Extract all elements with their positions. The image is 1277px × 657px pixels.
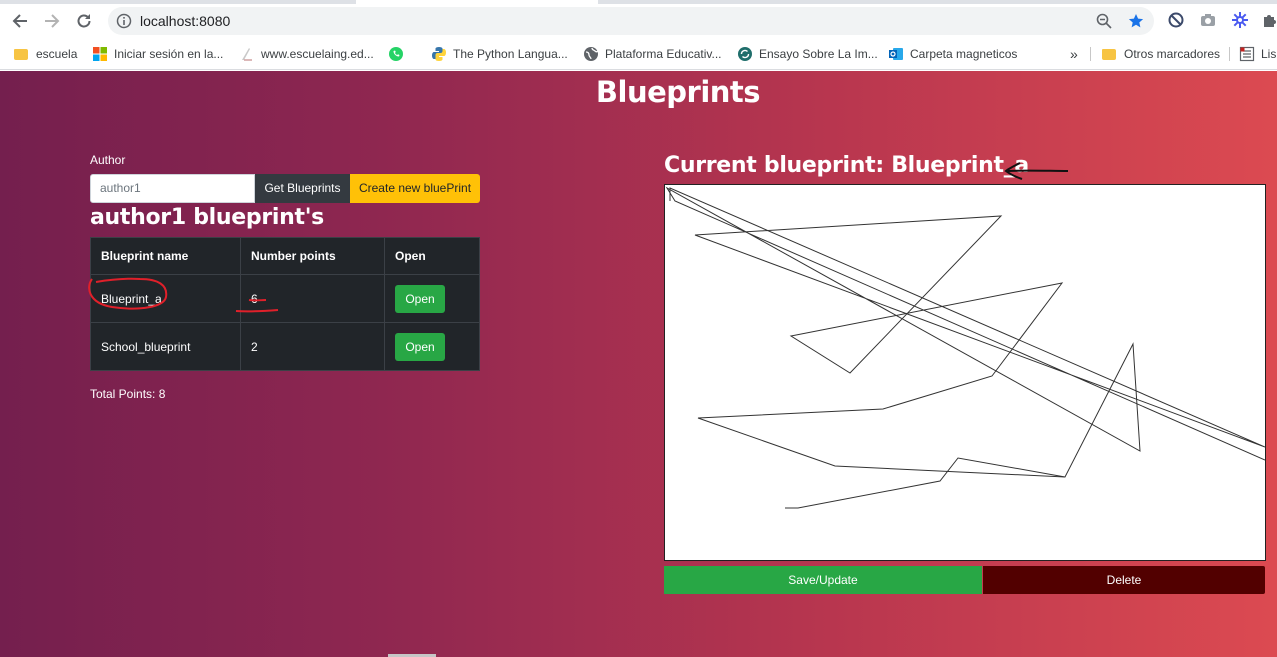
reload-icon [77,14,91,28]
reading-list-button[interactable]: Lis [1239,45,1276,63]
reload-button[interactable] [71,8,97,34]
bookmark-separator [1090,47,1091,61]
bookmark-label: Carpeta magneticos [910,47,1018,61]
block-extension-icon[interactable] [1168,12,1184,28]
bookmark-iniciar-sesion[interactable]: Iniciar sesión en la... [92,45,223,63]
globe-icon [584,47,599,61]
microsoft-icon [93,47,107,61]
folder-icon [14,48,28,60]
zoom-icon[interactable] [1096,13,1112,29]
bookmark-label: escuela [36,47,78,61]
bookmark-python[interactable]: The Python Langua... [431,45,568,63]
bookmark-label: Ensayo Sobre La Im... [759,47,878,61]
bookmark-carpeta[interactable]: Carpeta magneticos [888,45,1017,63]
url-text: localhost:8080 [140,13,231,29]
puzzle-extension-icon[interactable] [1262,12,1277,28]
overflow-label: » [1070,46,1078,62]
back-arrow-icon [12,14,27,28]
python-icon [432,47,446,61]
outlook-icon [889,48,903,60]
camera-extension-icon[interactable] [1200,12,1216,28]
school-icon [242,48,252,61]
back-button[interactable] [7,8,33,34]
bookmark-label: The Python Langua... [453,47,568,61]
forward-button[interactable] [39,8,65,34]
red-underline-annotation [235,299,279,313]
star-icon[interactable] [1128,13,1144,29]
reading-list-label: Lis [1261,47,1277,61]
whatsapp-icon [389,47,403,61]
info-icon[interactable] [116,13,132,29]
annotation-layer [88,162,1069,313]
forward-arrow-icon [45,14,60,28]
bookmarks-bar: escuela Iniciar sesión en la... www.escu… [0,38,1277,70]
bookmark-plataforma[interactable]: Plataforma Educativ... [583,45,722,63]
bookmark-label: Iniciar sesión en la... [114,47,224,61]
sync-icon [738,47,752,61]
bookmark-label: www.escuelaing.ed... [261,47,374,61]
browser-toolbar: localhost:8080 [0,4,1277,38]
folder-icon [1102,48,1116,60]
bookmark-label: Plataforma Educativ... [605,47,722,61]
bookmark-other[interactable]: Otros marcadores [1102,45,1220,63]
bookmark-escuela[interactable]: escuela [14,45,77,63]
bookmark-label: Otros marcadores [1124,47,1221,61]
bookmark-ensayo[interactable]: Ensayo Sobre La Im... [737,45,878,63]
bookmark-whatsapp[interactable] [388,45,410,63]
red-circle-annotation [88,277,168,310]
bookmarks-overflow-button[interactable]: » [1070,45,1078,63]
bookmark-escuelaing[interactable]: www.escuelaing.ed... [239,45,374,63]
black-arrow-annotation [1004,162,1069,180]
page-body: Blueprints Author author1 Get Blueprints… [0,71,1277,657]
bookmark-separator [1229,47,1230,61]
address-bar[interactable]: localhost:8080 [108,7,1154,35]
reading-list-icon [1239,46,1255,62]
gear-extension-icon[interactable] [1232,12,1248,28]
